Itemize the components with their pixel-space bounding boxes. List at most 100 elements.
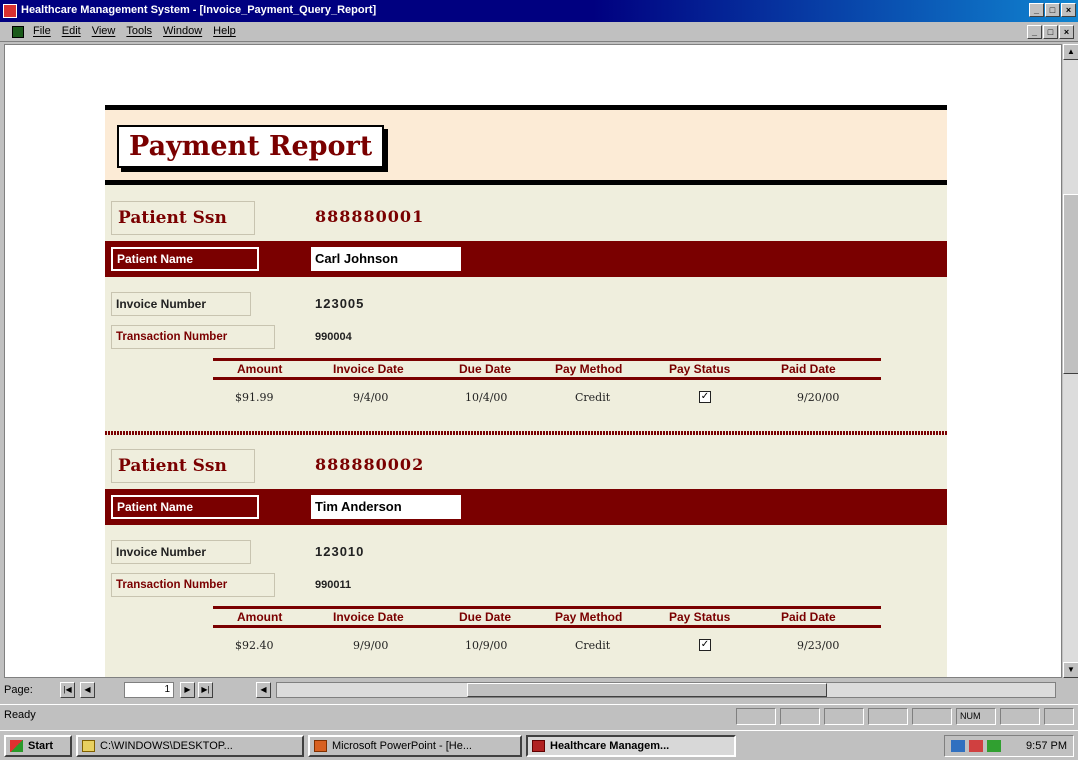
col-pay-method: Pay Method [555,362,623,376]
status-panel [824,708,864,725]
invoice-date-cell: 9/4/00 [353,391,389,404]
menu-view[interactable]: View [92,25,116,37]
users-icon[interactable] [987,740,1001,752]
menu-file[interactable]: File [33,25,51,37]
taskbar-item-label: Healthcare Managem... [550,740,670,752]
patient-name-value: Carl Johnson [311,247,461,271]
amount-cell: $92.40 [235,639,274,652]
patient-name-label: Patient Name [111,247,259,271]
network-icon[interactable] [951,740,965,752]
doc-close-button[interactable]: × [1059,25,1074,39]
app-icon[interactable] [3,4,17,18]
col-invoice-date: Invoice Date [333,362,404,376]
status-panel [912,708,952,725]
invoice-number-value: 123010 [315,544,365,559]
col-due-date: Due Date [459,610,512,624]
col-amount: Amount [237,610,283,624]
doc-restore-button[interactable]: □ [1043,25,1058,39]
status-panel [1000,708,1040,725]
col-pay-method: Pay Method [555,610,623,624]
pay-method-cell: Credit [575,639,611,652]
due-date-cell: 10/4/00 [465,391,508,404]
status-panel [868,708,908,725]
table-row: $91.99 9/4/00 10/4/00 Credit ✓ 9/20/00 [213,391,881,409]
close-button[interactable]: × [1061,3,1076,17]
document-icon[interactable] [12,26,24,38]
table-row: $92.40 9/9/00 10/9/00 Credit ✓ 9/23/00 [213,639,881,657]
invoice-number-value: 123005 [315,296,365,311]
powerpoint-icon [314,740,327,752]
column-header-row: Amount Invoice Date Due Date Pay Method … [213,606,881,628]
window-title: Healthcare Management System - [Invoice_… [21,4,377,16]
col-pay-status: Pay Status [669,610,731,624]
next-page-button[interactable]: ▶ [180,682,195,698]
report-title: Payment Report [117,125,385,168]
page-label: Page: [4,684,33,696]
taskbar-item-label: C:\WINDOWS\DESKTOP... [100,740,233,752]
taskbar-item-powerpoint[interactable]: Microsoft PowerPoint - [He... [308,735,522,757]
patient-ssn-value: 888880001 [315,207,425,226]
col-pay-status: Pay Status [669,362,731,376]
maximize-button[interactable]: □ [1045,3,1060,17]
col-due-date: Due Date [459,362,512,376]
last-page-button[interactable]: ▶| [198,682,213,698]
transaction-number-label: Transaction Number [111,325,275,349]
pay-status-checkbox: ✓ [699,639,711,651]
access-app-icon [532,740,545,752]
scroll-down-icon[interactable]: ▼ [1063,662,1078,678]
menu-window[interactable]: Window [163,25,202,37]
col-paid-date: Paid Date [781,362,836,376]
invoice-number-label: Invoice Number [111,292,251,316]
patient-ssn-label: Patient Ssn [111,201,255,235]
taskbar-item-explorer[interactable]: C:\WINDOWS\DESKTOP... [76,735,304,757]
horizontal-scroll-thumb[interactable] [467,683,827,697]
doc-minimize-button[interactable]: _ [1027,25,1042,39]
report-page: Payment Report Patient Ssn 888880001 Pat… [105,105,947,677]
start-label: Start [28,740,54,752]
status-text: Ready [4,709,36,721]
taskbar: Start C:\WINDOWS\DESKTOP... Microsoft Po… [0,730,1078,760]
col-invoice-date: Invoice Date [333,610,404,624]
amount-cell: $91.99 [235,391,274,404]
invoice-date-cell: 9/9/00 [353,639,389,652]
taskbar-item-label: Microsoft PowerPoint - [He... [332,740,472,752]
paid-date-cell: 9/23/00 [797,639,840,652]
col-paid-date: Paid Date [781,610,836,624]
scroll-left-button[interactable]: ◀ [256,682,271,698]
page-number-input[interactable]: 1 [124,682,174,698]
tray-app-icon[interactable] [969,740,983,752]
report-viewport: Payment Report Patient Ssn 888880001 Pat… [4,44,1062,678]
column-header-row: Amount Invoice Date Due Date Pay Method … [213,358,881,380]
col-amount: Amount [237,362,283,376]
transaction-number-label: Transaction Number [111,573,275,597]
transaction-number-value: 990011 [315,579,352,591]
previous-page-button[interactable]: ◀ [80,682,95,698]
vertical-scrollbar[interactable]: ▲ ▼ [1062,44,1078,678]
status-panel [736,708,776,725]
patient-ssn-value: 888880002 [315,455,425,474]
patient-name-band: Patient Name Carl Johnson [105,241,947,277]
menu-help[interactable]: Help [213,25,236,37]
invoice-number-label: Invoice Number [111,540,251,564]
paid-date-cell: 9/20/00 [797,391,840,404]
due-date-cell: 10/9/00 [465,639,508,652]
horizontal-scrollbar[interactable] [276,682,1056,698]
patient-name-band: Patient Name Tim Anderson [105,489,947,525]
start-button[interactable]: Start [4,735,72,757]
vertical-scroll-thumb[interactable] [1063,194,1078,374]
status-panel [780,708,820,725]
patient-name-label: Patient Name [111,495,259,519]
menubar: File Edit View Tools Window Help _ □ × [0,22,1078,42]
clock[interactable]: 9:57 PM [1026,736,1067,756]
status-bar: Ready NUM [0,704,1078,728]
patient-name-value: Tim Anderson [311,495,461,519]
minimize-button[interactable]: _ [1029,3,1044,17]
menu-edit[interactable]: Edit [62,25,81,37]
first-page-button[interactable]: |◀ [60,682,75,698]
menu-tools[interactable]: Tools [126,25,152,37]
status-panel [1044,708,1074,725]
window-titlebar[interactable]: Healthcare Management System - [Invoice_… [0,0,1078,22]
taskbar-item-healthcare[interactable]: Healthcare Managem... [526,735,736,757]
num-lock-indicator: NUM [956,708,996,725]
scroll-up-icon[interactable]: ▲ [1063,44,1078,60]
